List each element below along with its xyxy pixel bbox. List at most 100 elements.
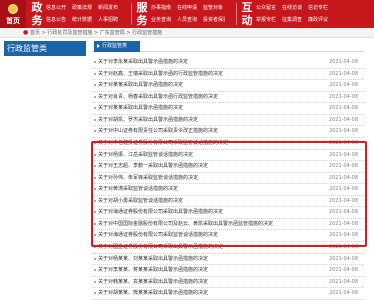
- list-item-date: 2021-04-08: [328, 290, 358, 297]
- nav-link[interactable]: 人员查询: [177, 15, 199, 25]
- nav-link[interactable]: 在线申请: [177, 3, 199, 13]
- nav-link[interactable]: 信息公开: [46, 3, 68, 13]
- list-item-title[interactable]: 关于对王志超、李鹏一采取出具警示函措施的决定: [98, 161, 303, 172]
- sidebar-heading[interactable]: 行政监管类: [4, 41, 86, 56]
- home-button[interactable]: 首页: [0, 0, 26, 28]
- bullet-icon: [94, 107, 96, 110]
- nav-group-service: 服务 办事指南 在线申请 监管对象 业务查询 人员查询 投资者保护: [135, 0, 235, 28]
- bullet-icon: [94, 292, 96, 295]
- list-item[interactable]: 关于对杨某某、刘某某采取出具警示函措施的决定 2021-04-08: [92, 254, 364, 266]
- list-item[interactable]: 关于对胡某某、熊某某采取出具警示函措施的决定 2021-04-08: [92, 288, 364, 300]
- list-item-title[interactable]: 关于对中国国际金融股份有限公司及赵云、黄凯采取出具警示函监管措施的决定: [98, 219, 303, 230]
- nav-group-title[interactable]: 服务: [135, 1, 149, 27]
- bullet-icon: [94, 153, 96, 156]
- nav-link[interactable]: 公众留言: [256, 3, 278, 13]
- nav-divider: [236, 3, 237, 25]
- list-item-title[interactable]: 关于对肖青、杨春采取出具警示函行政监管措施的决定: [98, 92, 303, 103]
- list-item-title[interactable]: 关于对海通证券股份有限公司采取出具警示函措施的决定: [98, 207, 303, 218]
- list-item-title[interactable]: 关于对李永某采取出具警示函措施的决定: [98, 57, 303, 68]
- list-item[interactable]: 关于对赵鑫、王瑞采取出具警示函的行政监管措施的决定 2021-04-08: [92, 69, 364, 81]
- breadcrumb-text[interactable]: 首页 > 行政处罚及监管措施 > 广东监管局 > 行政监管措施: [30, 28, 162, 38]
- nav-link[interactable]: 业务查询: [151, 15, 173, 25]
- list-item-date: 2021-04-08: [328, 139, 358, 146]
- nav-link[interactable]: 人事招聘: [98, 15, 120, 25]
- list-item[interactable]: 关于对海通证券股份有限公司采取监管谈话措施的决定 2021-04-08: [92, 230, 364, 242]
- list-item-date: 2021-04-08: [328, 278, 358, 285]
- nav-link[interactable]: 新闻发布: [98, 3, 120, 13]
- list-item[interactable]: 关于对海通证券股份有限公司采取出具警示函措施的决定 2021-04-08: [92, 207, 364, 219]
- list-item-date: 2021-04-08: [328, 59, 358, 65]
- list-item-date: 2021-04-08: [328, 255, 358, 262]
- list-item[interactable]: 关于对李永某采取出具警示函措施的决定 2021-04-08: [92, 57, 364, 69]
- bullet-icon: [94, 61, 96, 63]
- list-item-date: 2021-04-08: [328, 105, 358, 112]
- list-item[interactable]: 关于对杨振、江岳采取监管谈话措施的决定 2021-04-08: [92, 150, 364, 162]
- nav-link[interactable]: 投资者保护: [203, 15, 225, 25]
- list-item[interactable]: 关于对某某采取出具警示函措施的决定 2021-04-08: [92, 80, 364, 92]
- list-item-title[interactable]: 关于对赵鑫、王瑞采取出具警示函的行政监管措施的决定: [98, 69, 303, 80]
- bullet-icon: [94, 130, 96, 133]
- list-item[interactable]: 关于对王志超、李鹏一采取出具警示函措施的决定 2021-04-08: [92, 161, 364, 173]
- tab-administrative-supervision[interactable]: 行政监管类: [94, 41, 140, 52]
- nav-link[interactable]: 监管对象: [203, 3, 225, 13]
- list-item-title[interactable]: 关于对胡某某、熊某某采取出具警示函措施的决定: [98, 288, 303, 299]
- list-item[interactable]: 关于对孙伟、朱军锋采取监管谈话措施的决定 2021-04-08: [92, 173, 364, 185]
- list-item-title[interactable]: 关于对杨某某、刘某某采取出具警示函措施的决定: [98, 254, 303, 265]
- list-item[interactable]: 关于对中信建投证券股份有限公司采取监管谈话措施的决定 2021-04-08: [92, 138, 364, 150]
- nav-link[interactable]: 信息公告: [46, 15, 68, 25]
- nav-group-title[interactable]: 政务: [30, 1, 44, 27]
- list-item-title[interactable]: 关于对胡小勇采取监管谈话措施的决定: [98, 196, 303, 207]
- list-item-date: 2021-04-08: [328, 163, 358, 170]
- nav-link[interactable]: 征集调查: [282, 15, 304, 25]
- nav-link[interactable]: 在线访谈: [282, 3, 304, 13]
- list-item-date: 2021-04-08: [328, 267, 358, 274]
- top-navigation: 首页 政务 信息公开 政策法规 新闻发布 信息公告 统计数据 人事招聘 服务 办…: [0, 0, 374, 28]
- bullet-icon: [94, 72, 96, 75]
- list-item-title[interactable]: 关于对国金证券股份有限公司采取出具警示函措施的决定: [98, 242, 303, 253]
- list-item-title[interactable]: 关于对孙伟、朱军锋采取监管谈话措施的决定: [98, 173, 303, 184]
- list-item-date: 2021-04-08: [328, 209, 358, 216]
- nav-divider: [131, 3, 132, 25]
- list-item[interactable]: 关于对国金证券股份有限公司采取出具警示函措施的决定 2021-04-08: [92, 242, 364, 254]
- list-item[interactable]: 关于对某某采取出具警示函措施的决定 2021-04-08: [92, 103, 364, 115]
- nav-link[interactable]: 办事指南: [151, 3, 173, 13]
- nav-link[interactable]: 政策法规: [72, 3, 94, 13]
- list-item-title[interactable]: 关于对杨振、江岳采取监管谈话措施的决定: [98, 150, 303, 161]
- nav-group-government: 政务 信息公开 政策法规 新闻发布 信息公告 统计数据 人事招聘: [30, 0, 130, 28]
- list-item-date: 2021-04-08: [328, 128, 358, 135]
- home-label: 首页: [6, 17, 20, 25]
- list-item-title[interactable]: 关于对中山证券有限责任公司采取责令改正措施的决定: [98, 126, 303, 137]
- list-item-date: 2021-04-08: [328, 220, 358, 227]
- list-item-title[interactable]: 关于对李某某、蒋某某采取出具警示函措施的决定: [98, 265, 303, 276]
- bullet-icon: [94, 188, 96, 191]
- nav-link[interactable]: 廉政评议: [308, 15, 330, 25]
- list-item-date: 2021-04-08: [328, 93, 358, 100]
- nav-link[interactable]: 信访专栏: [308, 3, 330, 13]
- list-item[interactable]: 关于对胡小勇采取监管谈话措施的决定 2021-04-08: [92, 196, 364, 208]
- bullet-icon: [94, 234, 96, 237]
- tab-label: 行政监管类: [102, 43, 128, 49]
- list-item[interactable]: 关于对韩某某、袁某某采取出具警示函措施的决定 2021-04-08: [92, 277, 364, 289]
- bullet-icon: [94, 211, 96, 214]
- list-item-title[interactable]: 关于对某某采取出具警示函措施的决定: [98, 103, 303, 114]
- list-item[interactable]: 关于对李某某、蒋某某采取出具警示函措施的决定 2021-04-08: [92, 265, 364, 277]
- list-item[interactable]: 关于对中国国际金融股份有限公司及赵云、黄凯采取出具警示函监管措施的决定 2021-…: [92, 219, 364, 231]
- nav-link[interactable]: 举报专栏: [256, 15, 278, 25]
- list-item[interactable]: 关于对中山证券有限责任公司采取责令改正措施的决定 2021-04-08: [92, 126, 364, 138]
- list-item-title[interactable]: 关于对某某采取出具警示函措施的决定: [98, 80, 303, 91]
- list-item[interactable]: 关于对肖青、杨春采取出具警示函行政监管措施的决定 2021-04-08: [92, 92, 364, 104]
- bullet-icon: [94, 141, 96, 144]
- list-item-date: 2021-04-08: [328, 244, 358, 250]
- list-item-date: 2021-04-08: [328, 70, 358, 77]
- nav-group-interaction: 互动 公众留言 在线访谈 信访专栏 举报专栏 征集调查 廉政评议: [240, 0, 340, 28]
- list-item-title[interactable]: 关于对胡凯、罗杰采取出具警示函措施的决定: [98, 115, 303, 126]
- bullet-icon: [94, 269, 96, 272]
- list-item-title[interactable]: 关于对韩某某、袁某某采取出具警示函措施的决定: [98, 277, 303, 288]
- list-item[interactable]: 关于对黄涛采取监管谈话措施的决定 2021-04-08: [92, 184, 364, 196]
- list-item-title[interactable]: 关于对海通证券股份有限公司采取监管谈话措施的决定: [98, 230, 303, 241]
- nav-group-title[interactable]: 互动: [240, 1, 254, 27]
- list-item-title[interactable]: 关于对黄涛采取监管谈话措施的决定: [98, 184, 303, 195]
- nav-link[interactable]: 统计数据: [72, 15, 94, 25]
- list-item-title[interactable]: 关于对中信建投证券股份有限公司采取监管谈话措施的决定: [98, 138, 303, 149]
- list-item[interactable]: 关于对胡凯、罗杰采取出具警示函措施的决定 2021-04-08: [92, 115, 364, 127]
